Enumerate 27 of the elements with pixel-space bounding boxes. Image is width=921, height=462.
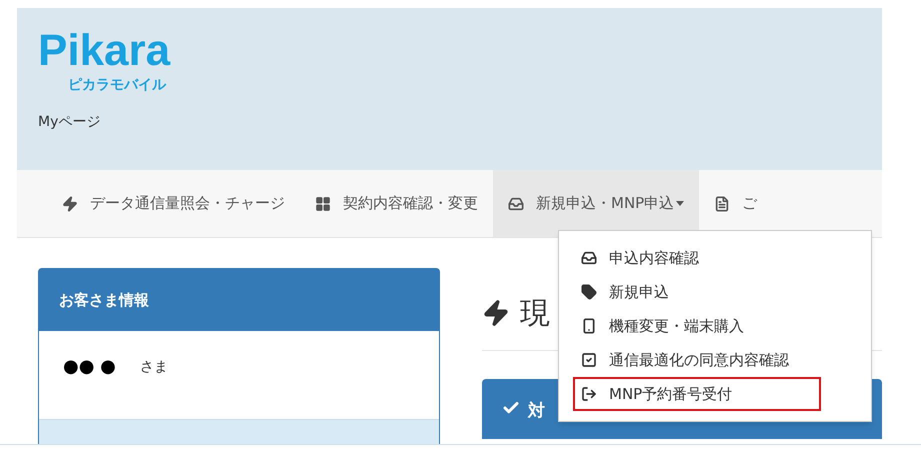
customer-name: ●● ● bbox=[63, 357, 116, 377]
logo: Pikara bbox=[38, 26, 172, 76]
section-title: 対 bbox=[528, 400, 545, 423]
phone-icon bbox=[581, 318, 597, 334]
nav-item[interactable]: ご bbox=[699, 170, 772, 237]
honorific: さま bbox=[140, 358, 168, 377]
tag-icon bbox=[581, 284, 597, 300]
document-icon bbox=[714, 196, 730, 212]
nav-item[interactable]: 新規申込・MNP申込 bbox=[493, 170, 700, 237]
lightning-icon bbox=[62, 196, 78, 212]
nav-item[interactable]: 契約内容確認・変更 bbox=[300, 170, 493, 237]
checkbox-icon bbox=[581, 352, 597, 368]
menu-item[interactable]: 新規申込 bbox=[573, 275, 821, 309]
page-heading: 現 bbox=[520, 294, 550, 332]
inbox-icon bbox=[508, 196, 524, 212]
inbox-icon bbox=[581, 250, 597, 266]
page-title: Myページ bbox=[38, 113, 102, 132]
sign-out-icon bbox=[581, 386, 597, 402]
nav-item[interactable]: データ通信量照会・チャージ bbox=[47, 170, 300, 237]
lightning-icon bbox=[482, 299, 510, 327]
menu-item[interactable]: MNP予約番号受付 bbox=[573, 377, 821, 411]
card-title: お客さま情報 bbox=[59, 290, 149, 311]
logo-subtitle: ピカラモバイル bbox=[68, 76, 168, 94]
menu-item[interactable]: 申込内容確認 bbox=[573, 241, 821, 275]
menu-item[interactable]: 機種変更・端末購入 bbox=[573, 309, 821, 343]
grid-icon bbox=[315, 196, 331, 212]
menu-item[interactable]: 通信最適化の同意内容確認 bbox=[573, 343, 821, 377]
